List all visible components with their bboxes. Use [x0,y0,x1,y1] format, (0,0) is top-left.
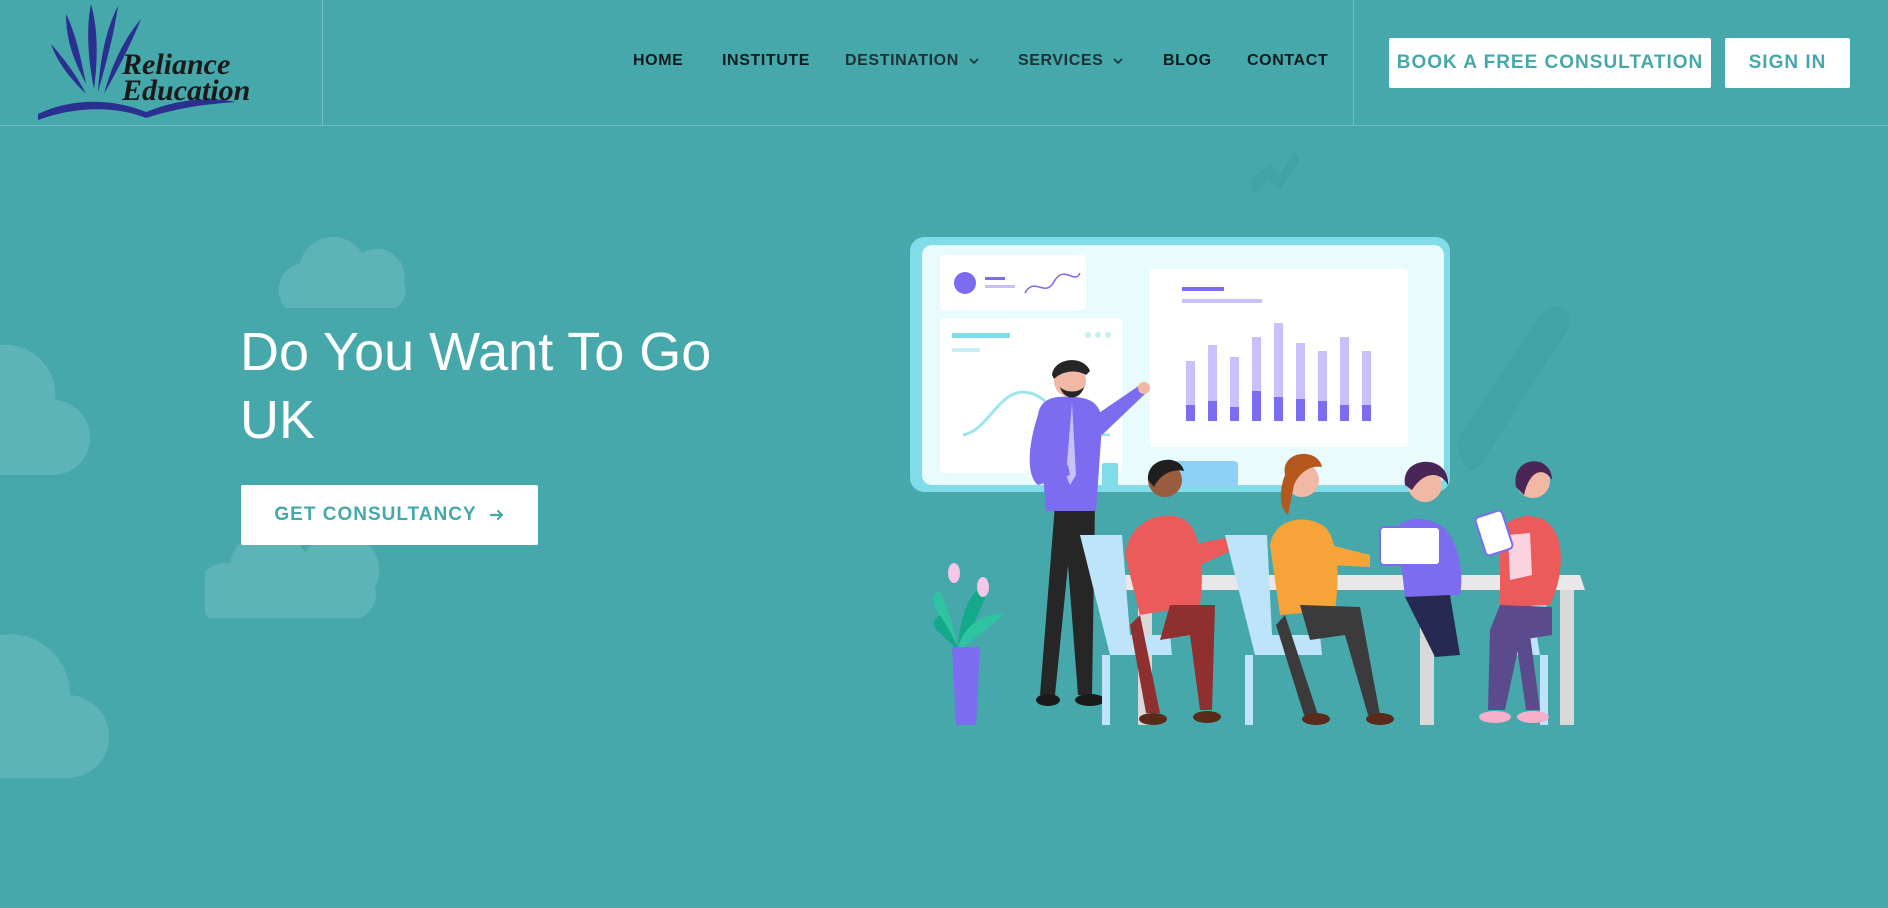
header-divider [322,0,323,125]
site-header: Reliance Education HOME INSTITUTE DESTIN… [0,0,1888,126]
nav-home-label: HOME [633,52,684,69]
team-meeting-illustration [910,150,1585,725]
seated-person-pink [1474,461,1561,725]
nav-blog[interactable]: BLOG [1163,52,1212,70]
cloud-decoration [0,344,90,476]
nav-institute[interactable]: INSTITUTE [722,52,810,70]
nav-blog-label: BLOG [1163,52,1212,69]
get-consultancy-button[interactable]: GET CONSULTANCY [241,485,538,545]
cloud-decoration [278,236,406,308]
chevron-down-icon [1113,58,1124,65]
nav-services-label: SERVICES [1018,52,1104,69]
chevron-down-icon [969,58,979,65]
cloud-decoration [0,634,110,779]
presentation-board [910,237,1450,492]
nav-services[interactable]: SERVICES [1018,52,1125,70]
nav-contact[interactable]: CONTACT [1247,52,1328,70]
nav-institute-label: INSTITUTE [722,52,811,69]
nav-destination[interactable]: DESTINATION [845,52,981,70]
book-consultation-button[interactable]: BOOK A FREE CONSULTATION [1389,38,1711,88]
seated-person-red [1080,459,1244,725]
book-consultation-label: BOOK A FREE CONSULTATION [1396,52,1704,73]
nav-home[interactable]: HOME [633,52,683,70]
sign-in-label: SIGN IN [1748,52,1827,73]
get-consultancy-label: GET CONSULTANCY [274,504,477,525]
hero-title-line2: UK [240,390,316,450]
arrow-right-icon [489,509,503,521]
brand-line2: Education [121,74,250,107]
hero-title: Do You Want To Go UK [240,318,800,454]
header-divider [1353,0,1354,125]
logo[interactable]: Reliance Education [36,4,286,122]
sign-in-button[interactable]: SIGN IN [1725,38,1850,88]
potted-plant [933,563,1005,725]
hero-title-line1: Do You Want To Go [240,322,712,382]
nav-destination-label: DESTINATION [845,52,959,69]
nav-contact-label: CONTACT [1247,52,1329,69]
